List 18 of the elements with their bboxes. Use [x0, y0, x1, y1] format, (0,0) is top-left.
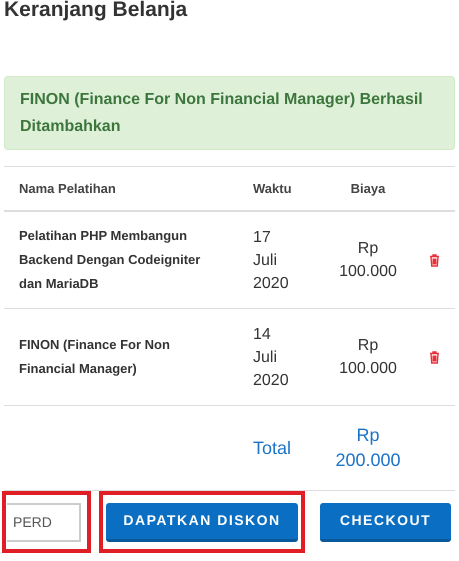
- page-title: Keranjang Belanja: [3, 0, 188, 22]
- total-amount: Rp 200.000: [334, 424, 402, 472]
- voucher-input[interactable]: PERD: [7, 502, 81, 542]
- discount-button[interactable]: DAPATKAN DISKON: [106, 502, 298, 542]
- column-header: Nama Pelatihan: [18, 180, 117, 198]
- trash-icon[interactable]: [428, 350, 440, 364]
- success-alert: FINON (Finance For Non Financial Manager) Berhasil Ditambahkan: [4, 76, 455, 150]
- column-header: Biaya: [350, 180, 386, 198]
- course-name: Pelatihan PHP Membangun Backend Dengan Codeigniter dan MariaDB: [18, 227, 202, 293]
- course-price: Rp 100.000: [338, 239, 398, 282]
- course-price: Rp 100.000: [338, 336, 398, 379]
- trash-icon[interactable]: [428, 254, 440, 266]
- course-date: 17 Juli 2020: [253, 228, 290, 294]
- total-label: Total: [253, 436, 292, 460]
- course-name: FINON (Finance For Non Financial Manager): [18, 336, 171, 378]
- course-date: 14 Juli 2020: [253, 324, 290, 390]
- checkout-button[interactable]: CHECKOUT: [320, 502, 451, 542]
- column-header: Waktu: [253, 180, 293, 198]
